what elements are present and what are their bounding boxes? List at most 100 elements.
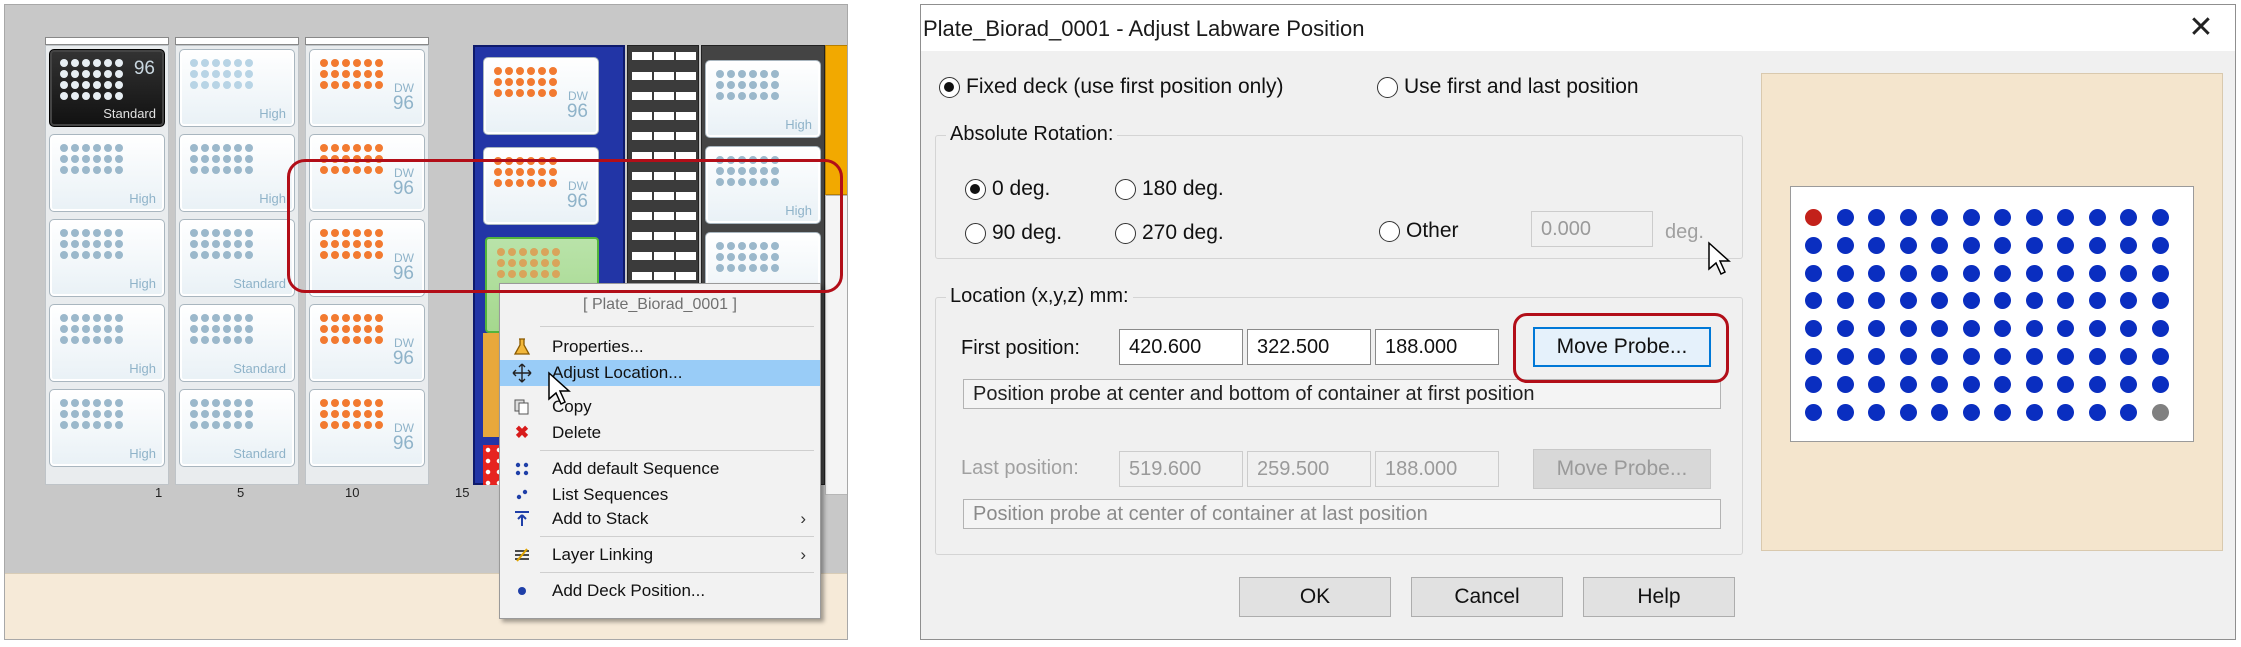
well xyxy=(1994,292,2011,310)
first-y-input[interactable]: 322.500 xyxy=(1247,329,1371,365)
close-button[interactable]: ✕ xyxy=(2181,9,2221,47)
well-pattern xyxy=(320,399,383,429)
well xyxy=(2057,264,2074,282)
labware-tile[interactable]: DW 96 xyxy=(309,49,425,127)
well xyxy=(2120,320,2137,338)
well-pattern xyxy=(60,314,123,344)
well xyxy=(2025,264,2043,282)
radio-circle xyxy=(1115,222,1136,244)
labware-tile[interactable]: High xyxy=(179,49,295,127)
well-pattern xyxy=(60,144,123,174)
well-pattern xyxy=(190,144,253,174)
menu-item-add-deck-position[interactable]: Add Deck Position... xyxy=(500,578,820,604)
menu-item-properties[interactable]: Properties... xyxy=(500,334,820,360)
labware-tile[interactable]: High xyxy=(705,60,821,138)
plate-outline xyxy=(1790,186,2194,442)
other-rotation-input[interactable]: 0.000 xyxy=(1531,211,1653,247)
dialog-title: Plate_Biorad_0001 - Adjust Labware Posit… xyxy=(923,16,1365,41)
well xyxy=(1868,264,1885,282)
last-position-hint: Position probe at center of container at… xyxy=(963,499,1721,529)
labware-tile[interactable]: High xyxy=(49,389,165,467)
tile-label: High xyxy=(129,191,156,206)
menu-item-add-default-sequence[interactable]: Add default Sequence xyxy=(500,456,820,482)
group-legend: Absolute Rotation: xyxy=(946,123,1118,146)
last-z-input[interactable]: 188.000 xyxy=(1375,451,1499,487)
rack-top xyxy=(45,37,169,45)
well xyxy=(1836,292,1854,310)
labware-tile[interactable]: High xyxy=(179,134,295,212)
well xyxy=(1836,236,1854,254)
help-button[interactable]: Help xyxy=(1583,577,1735,617)
well-pattern xyxy=(716,70,779,100)
menu-item-list-sequences[interactable]: List Sequences xyxy=(500,482,820,508)
tile-label: Standard xyxy=(103,106,156,121)
well xyxy=(1868,403,1885,421)
radio-circle xyxy=(1379,220,1400,242)
well xyxy=(1836,403,1854,421)
menu-item-layer-linking[interactable]: Layer Linking › xyxy=(500,542,820,568)
radio-rotation-90[interactable]: 90 deg. xyxy=(965,221,1062,245)
tile-dw-label: DW 96 xyxy=(393,337,414,369)
well xyxy=(1899,347,1917,365)
well xyxy=(1899,403,1917,421)
well xyxy=(1836,209,1854,226)
labware-tile[interactable]: Standard xyxy=(179,389,295,467)
rack-top xyxy=(305,37,429,45)
well xyxy=(2025,375,2043,393)
radio-first-last[interactable]: Use first and last position xyxy=(1377,75,1639,99)
well xyxy=(2088,375,2106,393)
ok-button[interactable]: OK xyxy=(1239,577,1391,617)
well-pattern xyxy=(320,314,383,344)
menu-item-add-to-stack[interactable]: Add to Stack › xyxy=(500,506,820,532)
well xyxy=(2120,375,2137,393)
well xyxy=(1931,292,1948,310)
radio-rotation-180[interactable]: 180 deg. xyxy=(1115,177,1224,201)
menu-separator xyxy=(540,326,814,327)
menu-item-label: Delete xyxy=(552,423,602,442)
rack-top xyxy=(175,37,299,45)
labware-tile[interactable]: High xyxy=(49,304,165,382)
menu-item-delete[interactable]: ✖ Delete xyxy=(500,420,820,446)
labware-tile[interactable]: DW 96 xyxy=(483,57,599,135)
labware-tile[interactable]: DW 96 xyxy=(309,304,425,382)
cancel-button[interactable]: Cancel xyxy=(1411,577,1563,617)
submenu-arrow-icon: › xyxy=(800,545,806,564)
well xyxy=(2120,264,2137,282)
last-y-input[interactable]: 259.500 xyxy=(1247,451,1371,487)
tile-label: High xyxy=(129,361,156,376)
well xyxy=(1805,375,1822,393)
well xyxy=(1962,403,1980,421)
first-position-hint: Position probe at center and bottom of c… xyxy=(963,379,1721,409)
well-grid xyxy=(1805,209,2169,421)
well xyxy=(1899,236,1917,254)
labware-tile[interactable]: DW 96 xyxy=(309,389,425,467)
labware-tile[interactable]: Standard xyxy=(179,304,295,382)
well xyxy=(2057,236,2074,254)
last-x-input[interactable]: 519.600 xyxy=(1119,451,1243,487)
well xyxy=(2057,209,2074,226)
labware-tile[interactable]: Standard xyxy=(179,219,295,297)
radio-rotation-other[interactable]: Other xyxy=(1379,219,1459,243)
well xyxy=(2120,292,2137,310)
delete-x-icon: ✖ xyxy=(514,423,530,442)
well xyxy=(1994,209,2011,226)
radio-fixed-deck[interactable]: Fixed deck (use first position only) xyxy=(939,75,1283,99)
well xyxy=(2088,209,2106,226)
deck-view: 96 Standard High High High High High Hig… xyxy=(4,4,848,640)
carrier-1: 96 Standard High High High High xyxy=(45,45,169,485)
first-z-input[interactable]: 188.000 xyxy=(1375,329,1499,365)
well xyxy=(1931,403,1948,421)
move-probe-last-button[interactable]: Move Probe... xyxy=(1533,449,1711,489)
well xyxy=(1962,375,1980,393)
labware-tile[interactable]: 96 Standard xyxy=(49,49,165,127)
radio-rotation-270[interactable]: 270 deg. xyxy=(1115,221,1224,245)
radio-rotation-0[interactable]: 0 deg. xyxy=(965,177,1050,201)
rotation-unit-label: deg. xyxy=(1665,221,1704,243)
first-x-input[interactable]: 420.600 xyxy=(1119,329,1243,365)
labware-tile[interactable]: High xyxy=(49,219,165,297)
well xyxy=(1962,347,1980,365)
well-pattern xyxy=(60,59,123,100)
tile-label: High xyxy=(259,106,286,121)
submenu-arrow-icon: › xyxy=(800,509,806,528)
labware-tile[interactable]: High xyxy=(49,134,165,212)
